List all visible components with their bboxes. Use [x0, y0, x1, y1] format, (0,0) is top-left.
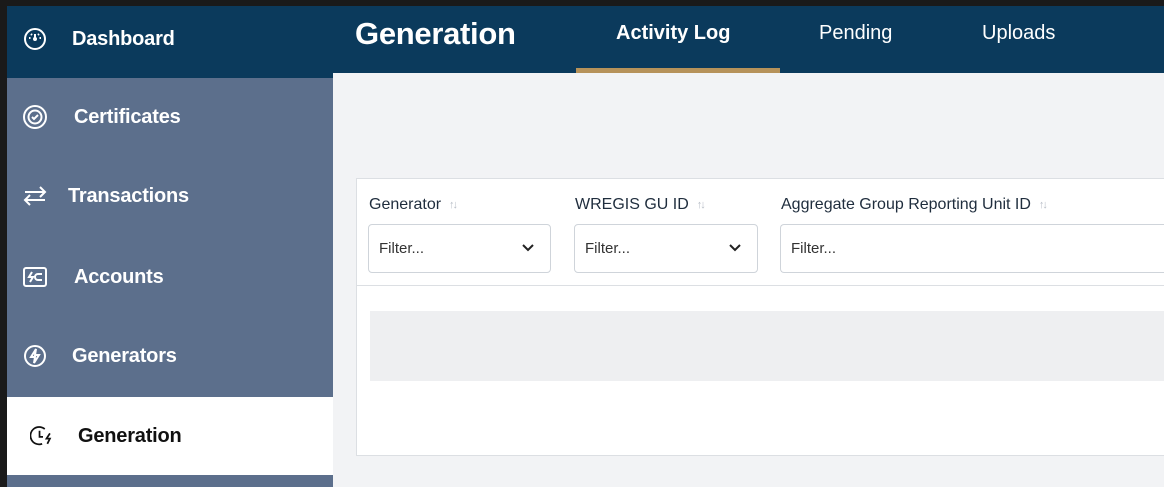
chevron-down-icon	[727, 240, 743, 260]
sidebar-item-dashboard[interactable]: Dashboard	[0, 0, 333, 78]
column-header-wregis-gu-id[interactable]: WREGIS GU ID ↑↓	[575, 196, 706, 214]
generator-filter-dropdown[interactable]: Filter...	[368, 224, 551, 273]
sidebar-item-label: Accounts	[74, 265, 164, 288]
sidebar-item-accounts[interactable]: Accounts	[0, 238, 333, 316]
dashboard-icon	[22, 26, 48, 52]
sort-icon[interactable]: ↑↓	[697, 199, 706, 211]
accounts-icon	[22, 264, 48, 290]
lightning-icon	[22, 343, 48, 369]
sidebar-item-generators[interactable]: Generators	[0, 317, 333, 395]
page-title: Generation	[355, 16, 516, 51]
tab-uploads[interactable]: Uploads	[982, 22, 1055, 45]
table-header-divider	[357, 285, 1164, 286]
column-label: Generator	[369, 196, 442, 213]
column-label: Aggregate Group Reporting Unit ID	[781, 196, 1031, 213]
filter-placeholder: Filter...	[585, 240, 631, 257]
filter-placeholder: Filter...	[379, 240, 425, 257]
column-header-aggregate-group-reporting-unit-id[interactable]: Aggregate Group Reporting Unit ID ↑↓	[781, 196, 1048, 214]
sidebar-footer	[0, 476, 333, 487]
tab-pending[interactable]: Pending	[819, 22, 892, 45]
sidebar: Dashboard Certificates Transactions Acco…	[0, 0, 333, 487]
sort-icon[interactable]: ↑↓	[1039, 199, 1048, 211]
sidebar-item-certificates[interactable]: Certificates	[0, 78, 333, 156]
aggregate-group-filter-input[interactable]: Filter...	[780, 224, 1164, 273]
column-header-generator[interactable]: Generator ↑↓	[369, 196, 458, 214]
sidebar-item-label: Transactions	[68, 184, 189, 207]
chevron-down-icon	[520, 240, 536, 260]
filter-placeholder: Filter...	[791, 240, 837, 257]
sidebar-item-transactions[interactable]: Transactions	[0, 157, 333, 235]
sidebar-item-label: Certificates	[74, 105, 181, 128]
tab-activity-log[interactable]: Activity Log	[616, 22, 730, 45]
sidebar-item-generation[interactable]: Generation	[0, 397, 333, 475]
sidebar-item-label: Dashboard	[72, 27, 175, 50]
table-row-placeholder	[370, 311, 1164, 381]
sidebar-item-label: Generation	[78, 424, 182, 447]
header: Generation Activity Log Pending Uploads	[333, 0, 1164, 73]
sidebar-item-label: Generators	[72, 344, 177, 367]
certificate-icon	[22, 104, 48, 130]
transactions-icon	[22, 183, 48, 209]
wregis-gu-id-filter-dropdown[interactable]: Filter...	[574, 224, 758, 273]
sort-icon[interactable]: ↑↓	[449, 199, 458, 211]
generation-clock-icon	[30, 423, 56, 449]
column-label: WREGIS GU ID	[575, 196, 689, 213]
